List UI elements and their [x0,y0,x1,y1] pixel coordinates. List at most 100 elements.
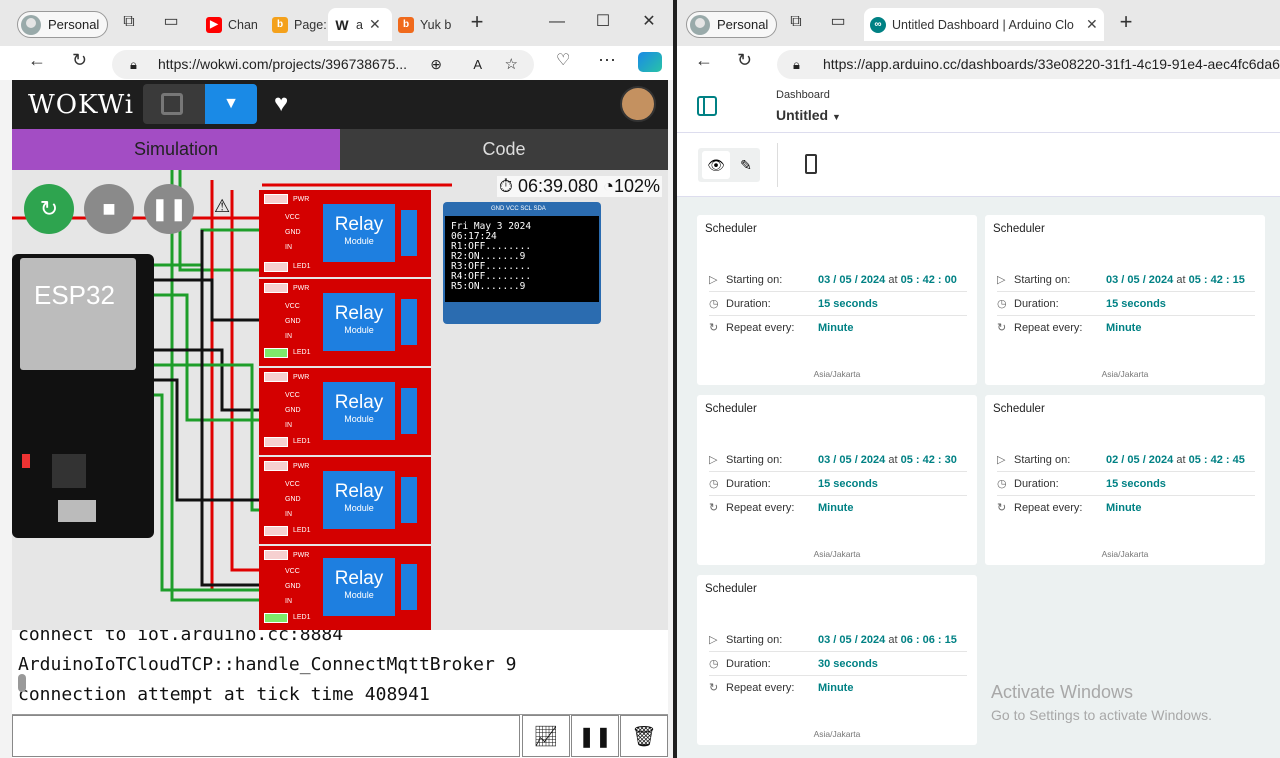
simulation-canvas[interactable]: ↻ ■ ❚❚ ⚠ ⏱ 06:39.080 ◔102% ESP32 PWR VCC… [12,170,668,630]
start-value: 03 / 05 / 2024 at 05 : 42 : 15 [1106,268,1245,292]
scheduler-widget[interactable]: Scheduler ▷ Starting on: 03 / 05 / 2024 at… [985,215,1265,385]
widget-title: Scheduler [993,223,1045,235]
close-window-icon[interactable]: ✕ [640,13,658,31]
minimize-icon[interactable]: — [548,13,566,31]
oled-line: R5:ON.......9 [451,281,526,292]
tab-blogger-yuk[interactable]: b Yuk b [392,8,454,41]
favorite-star-icon[interactable]: ☆ [505,50,518,79]
profile-button[interactable]: Personal [17,11,109,38]
profile-button[interactable]: Personal [686,11,778,38]
save-dropdown-button[interactable]: ▼ [205,84,257,124]
relay-module-5[interactable]: PWR VCC GND IN Relay Module LED1 [259,546,431,630]
dashboard-name-dropdown[interactable]: Untitled ▼ [776,107,841,123]
browser-essentials-icon[interactable]: ♡ [556,50,570,70]
tab-simulation[interactable]: Simulation [12,129,340,170]
speed-gauge-icon: ◔ [603,176,614,196]
repeat-icon: ↻ [997,502,1007,514]
back-icon[interactable]: ← [695,50,713,71]
tab-arduino-dashboard[interactable]: ∞ Untitled Dashboard | Arduino Clo ✕ [864,8,1104,41]
esp32-label: ESP32 [34,280,115,310]
play-icon: ▷ [997,454,1006,466]
clock-icon: ◷ [709,658,719,670]
refresh-icon[interactable]: ↻ [737,50,752,71]
relay-body: Relay Module [323,471,395,529]
mobile-view-icon[interactable] [805,154,817,174]
more-menu-icon[interactable]: ⋯ [598,50,616,71]
tab-strip: Personal ⧉ ▭ ▶ Chan b Page: Wa ✕ b Yuk b + —… [0,0,673,46]
scheduler-widget[interactable]: Scheduler ▷ Starting on: 03 / 05 / 2024 at… [697,215,977,385]
console-scrollbar[interactable] [18,674,26,692]
scheduler-widget[interactable]: Scheduler ▷ Starting on: 03 / 05 / 2024 at… [697,395,977,565]
tab-blogger-page[interactable]: b Page: [266,8,328,41]
close-tab-icon[interactable]: ✕ [1086,16,1098,33]
like-heart-icon[interactable]: ♥ [274,90,288,118]
repeat-value: Minute [818,322,854,334]
refresh-icon[interactable]: ↻ [72,50,87,71]
close-tab-icon[interactable]: ✕ [369,16,381,33]
speed-value: 102% [613,176,660,196]
save-button[interactable] [143,84,205,124]
relay-module-4[interactable]: PWR VCC GND IN Relay Module LED1 [259,457,431,544]
relay-terminal [401,388,417,434]
serial-monitor[interactable]: connect to iot.arduino.cc:8884 ArduinoIo… [12,630,668,714]
tab-youtube[interactable]: ▶ Chan [200,8,266,41]
esp32-shield: ESP32 [20,258,136,370]
esp32-board[interactable]: ESP32 [12,254,154,538]
relay-module-2[interactable]: PWR VCC GND IN Relay Module LED1 [259,279,431,366]
relay-led1 [264,348,288,358]
repeat-icon: ↻ [709,322,719,334]
stop-button[interactable]: ■ [84,184,134,234]
new-tab-icon[interactable]: + [1117,11,1135,33]
tab-code[interactable]: Code [340,129,668,170]
relay-pwr-led [264,283,288,293]
workspaces-icon[interactable]: ⧉ [787,13,805,31]
oled-pin-labels: GND VCC SCL SDA [491,206,546,212]
url-field[interactable]: 🔒︎ https://app.arduino.cc/dashboards/33e… [777,50,1280,79]
relay-terminal [401,477,417,523]
oled-display[interactable]: GND VCC SCL SDA Fri May 3 2024 06:17:24 … [443,202,601,324]
arduino-icon: ∞ [870,16,886,33]
repeat-label: Repeat every: [1014,322,1083,334]
back-icon[interactable]: ← [28,50,46,71]
scheduler-widget[interactable]: Scheduler ▷ Starting on: 02 / 05 / 2024 at… [985,395,1265,565]
tab-label: Chan [228,17,258,32]
tab-label: Page: [294,17,327,32]
pause-button[interactable]: ❚❚ [144,184,194,234]
relay-module-1[interactable]: PWR VCC GND IN Relay Module LED1 [259,190,431,277]
repeat-label: Repeat every: [1014,502,1083,514]
relay-body: Relay Module [323,382,395,440]
tab-label: Yuk b [420,17,452,32]
tab-strip: Personal ⧉ ▭ ∞ Untitled Dashboard | Ardui… [677,0,1280,46]
new-tab-icon[interactable]: + [468,11,486,33]
console-line: ArduinoIoTCloudTCP::handle_ConnectMqttBr… [18,654,517,675]
save-icon [161,93,183,115]
zoom-icon[interactable]: ⊕ [430,50,442,79]
at-label: at [1176,274,1186,286]
serial-input[interactable] [12,715,520,757]
restart-button[interactable]: ↻ [24,184,74,234]
copilot-icon[interactable] [638,52,662,72]
pencil-icon[interactable]: ✎ [734,151,758,179]
wokwi-header: WOKWi ▼ ♥ [12,80,668,129]
workspaces-icon[interactable]: ⧉ [120,13,138,31]
url-field[interactable]: 🔒︎ https://wokwi.com/projects/396738675.… [112,50,534,79]
timezone-label: Asia/Jakarta [813,369,861,379]
scheduler-widget[interactable]: Scheduler ▷ Starting on: 03 / 05 / 2024 at… [697,575,977,745]
plotter-button[interactable]: 📈︎ [522,715,570,757]
tab-actions-icon[interactable]: ▭ [829,13,847,31]
clear-serial-button[interactable]: 🗑︎ [620,715,668,757]
maximize-icon[interactable]: ☐ [594,13,612,31]
eye-icon[interactable]: 👁︎ [702,151,730,179]
relay-module-3[interactable]: PWR VCC GND IN Relay Module LED1 [259,368,431,455]
repeat-value: Minute [818,682,854,694]
pause-serial-button[interactable]: ❚❚ [571,715,619,757]
sidebar-toggle-icon[interactable] [697,96,717,116]
read-aloud-icon[interactable]: A [473,50,482,79]
relay-pwr-led [264,372,288,382]
view-edit-toggle: 👁︎ ✎ [698,148,760,182]
tab-actions-icon[interactable]: ▭ [162,13,180,31]
user-avatar[interactable] [620,86,656,122]
tab-wokwi[interactable]: Wa ✕ [328,8,392,41]
start-value: 03 / 05 / 2024 at 05 : 42 : 00 [818,268,957,292]
start-label: Starting on: [726,274,783,286]
